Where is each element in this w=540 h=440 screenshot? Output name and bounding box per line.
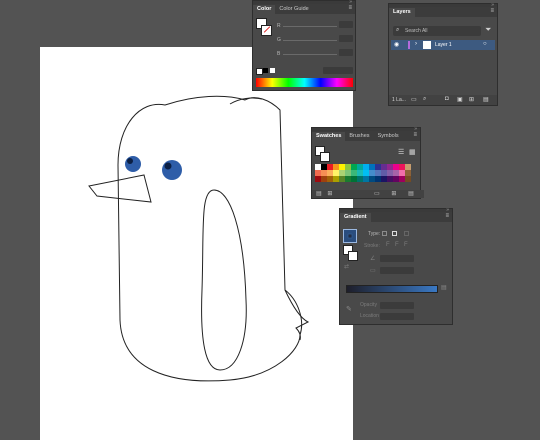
layer-thumbnail	[423, 41, 431, 49]
slider-r[interactable]	[283, 26, 337, 27]
swatch-list-icon[interactable]: ☰	[398, 148, 404, 156]
trash-icon[interactable]: ▤	[408, 191, 414, 197]
stroke-gradient-icon-2[interactable]: F	[395, 242, 399, 248]
radial-gradient-icon[interactable]	[392, 231, 397, 236]
export-icon[interactable]: ▭	[411, 96, 417, 103]
tab-layers[interactable]: Layers	[389, 8, 415, 17]
tab-color[interactable]: Color	[253, 5, 276, 14]
new-layer-icon[interactable]: ⊞	[469, 96, 474, 103]
angle-field[interactable]	[380, 255, 414, 262]
layer-color-bar	[408, 41, 410, 49]
tab-brushes[interactable]: Brushes	[345, 132, 373, 141]
eyedropper-icon[interactable]: ✎	[346, 305, 352, 313]
stroke-gradient-icon-1[interactable]: F	[386, 242, 390, 248]
layers-footer: 1 La... ▭ ⌕ ◘ ▣ ⊞ ▤	[389, 95, 497, 105]
freeform-gradient-icon[interactable]	[404, 231, 409, 236]
hex-field[interactable]	[323, 67, 353, 74]
color-panel: » Color Color Guide ≡ R G B	[252, 0, 356, 91]
swatch-grid-icon[interactable]: ▦	[409, 148, 416, 156]
location-field[interactable]	[380, 313, 414, 320]
menu-icon[interactable]: ≡	[445, 213, 449, 220]
stroke-label: Stroke:	[364, 243, 380, 249]
location-label: Location	[360, 313, 379, 319]
gradient-tabbar: Gradient ≡	[340, 212, 452, 222]
value-b[interactable]	[339, 49, 353, 56]
stroke-gradient-icon-3[interactable]: F	[404, 242, 408, 248]
show-kinds-icon[interactable]: ⊞	[327, 191, 332, 197]
new-group-icon[interactable]: ▭	[374, 191, 380, 197]
tab-gradient[interactable]: Gradient	[340, 213, 371, 222]
aspect-icon: ▭	[370, 268, 376, 274]
slider-g[interactable]	[283, 40, 337, 41]
gradient-preview-swatch[interactable]	[343, 229, 357, 243]
fill-stroke-widget[interactable]	[315, 146, 330, 162]
search-placeholder: Search All	[405, 28, 428, 34]
swatch[interactable]	[405, 176, 411, 182]
fill-stroke-widget[interactable]	[343, 245, 358, 261]
artboard[interactable]	[40, 47, 353, 440]
layer-name[interactable]: Layer 1	[435, 42, 452, 48]
type-label: Type:	[368, 231, 381, 237]
trash-icon[interactable]: ▤	[441, 284, 447, 291]
library-icon[interactable]: ▤	[316, 191, 322, 197]
layer-count: 1 La...	[392, 97, 406, 103]
value-r[interactable]	[339, 21, 353, 28]
fill-stroke-widget[interactable]	[256, 18, 272, 38]
channel-label-b: B	[277, 51, 281, 57]
locate-icon[interactable]: ⌕	[423, 96, 426, 103]
aspect-field[interactable]	[380, 267, 414, 274]
value-g[interactable]	[339, 35, 353, 42]
gradient-panel: » Gradient ≡ Type: Stroke: F F F ⇄ ∠ ▭ ▤…	[339, 207, 453, 325]
search-field[interactable]: ⌕ Search All	[393, 26, 481, 36]
color-spectrum[interactable]	[256, 78, 353, 87]
new-swatch-icon[interactable]: ⊞	[391, 191, 396, 197]
menu-icon[interactable]: ≡	[348, 5, 352, 12]
swatch-grid[interactable]	[315, 164, 418, 188]
channel-label-r: R	[277, 23, 281, 29]
swatches-tabbar: Swatches Brushes Symbols ≡	[312, 131, 420, 141]
layers-panel: » Layers ≡ ⌕ Search All ⏷ ◉ › Layer 1 ○ …	[388, 2, 498, 106]
swatches-panel: » Swatches Brushes Symbols ≡ ☰ ▦ ▤ ⊞ ▭ ⊞…	[311, 126, 424, 199]
color-tabbar: Color Color Guide ≡	[253, 4, 355, 14]
reverse-gradient-icon[interactable]: ⇄	[344, 263, 349, 270]
new-sublayer-icon[interactable]: ▣	[457, 96, 463, 103]
none-swatch[interactable]	[256, 68, 263, 75]
tab-color-guide[interactable]: Color Guide	[275, 5, 312, 14]
slider-b[interactable]	[283, 54, 337, 55]
trash-icon[interactable]: ▤	[483, 96, 489, 103]
opacity-field[interactable]	[380, 302, 414, 309]
layers-tabbar: Layers ≡	[389, 7, 497, 17]
target-icon[interactable]: ○	[483, 41, 487, 47]
layer-row[interactable]: ◉ › Layer 1 ○	[391, 40, 495, 50]
swatches-footer: ▤ ⊞ ▭ ⊞ ▤	[312, 190, 424, 198]
chevron-right-icon[interactable]: ›	[415, 41, 417, 47]
clip-mask-icon[interactable]: ◘	[445, 96, 449, 102]
tab-symbols[interactable]: Symbols	[374, 132, 403, 141]
eye-icon[interactable]: ◉	[394, 41, 399, 48]
filter-icon[interactable]: ⏷	[485, 25, 491, 35]
search-icon: ⌕	[396, 27, 400, 33]
tab-swatches[interactable]: Swatches	[312, 132, 346, 141]
menu-icon[interactable]: ≡	[413, 132, 417, 139]
opacity-label: Opacity	[360, 302, 377, 308]
black-swatch[interactable]	[263, 68, 268, 73]
menu-icon[interactable]: ≡	[490, 8, 494, 15]
white-swatch[interactable]	[270, 68, 275, 73]
gradient-slider[interactable]	[346, 285, 438, 293]
linear-gradient-icon[interactable]	[382, 231, 387, 236]
channel-label-g: G	[277, 37, 281, 43]
angle-icon: ∠	[370, 256, 376, 262]
